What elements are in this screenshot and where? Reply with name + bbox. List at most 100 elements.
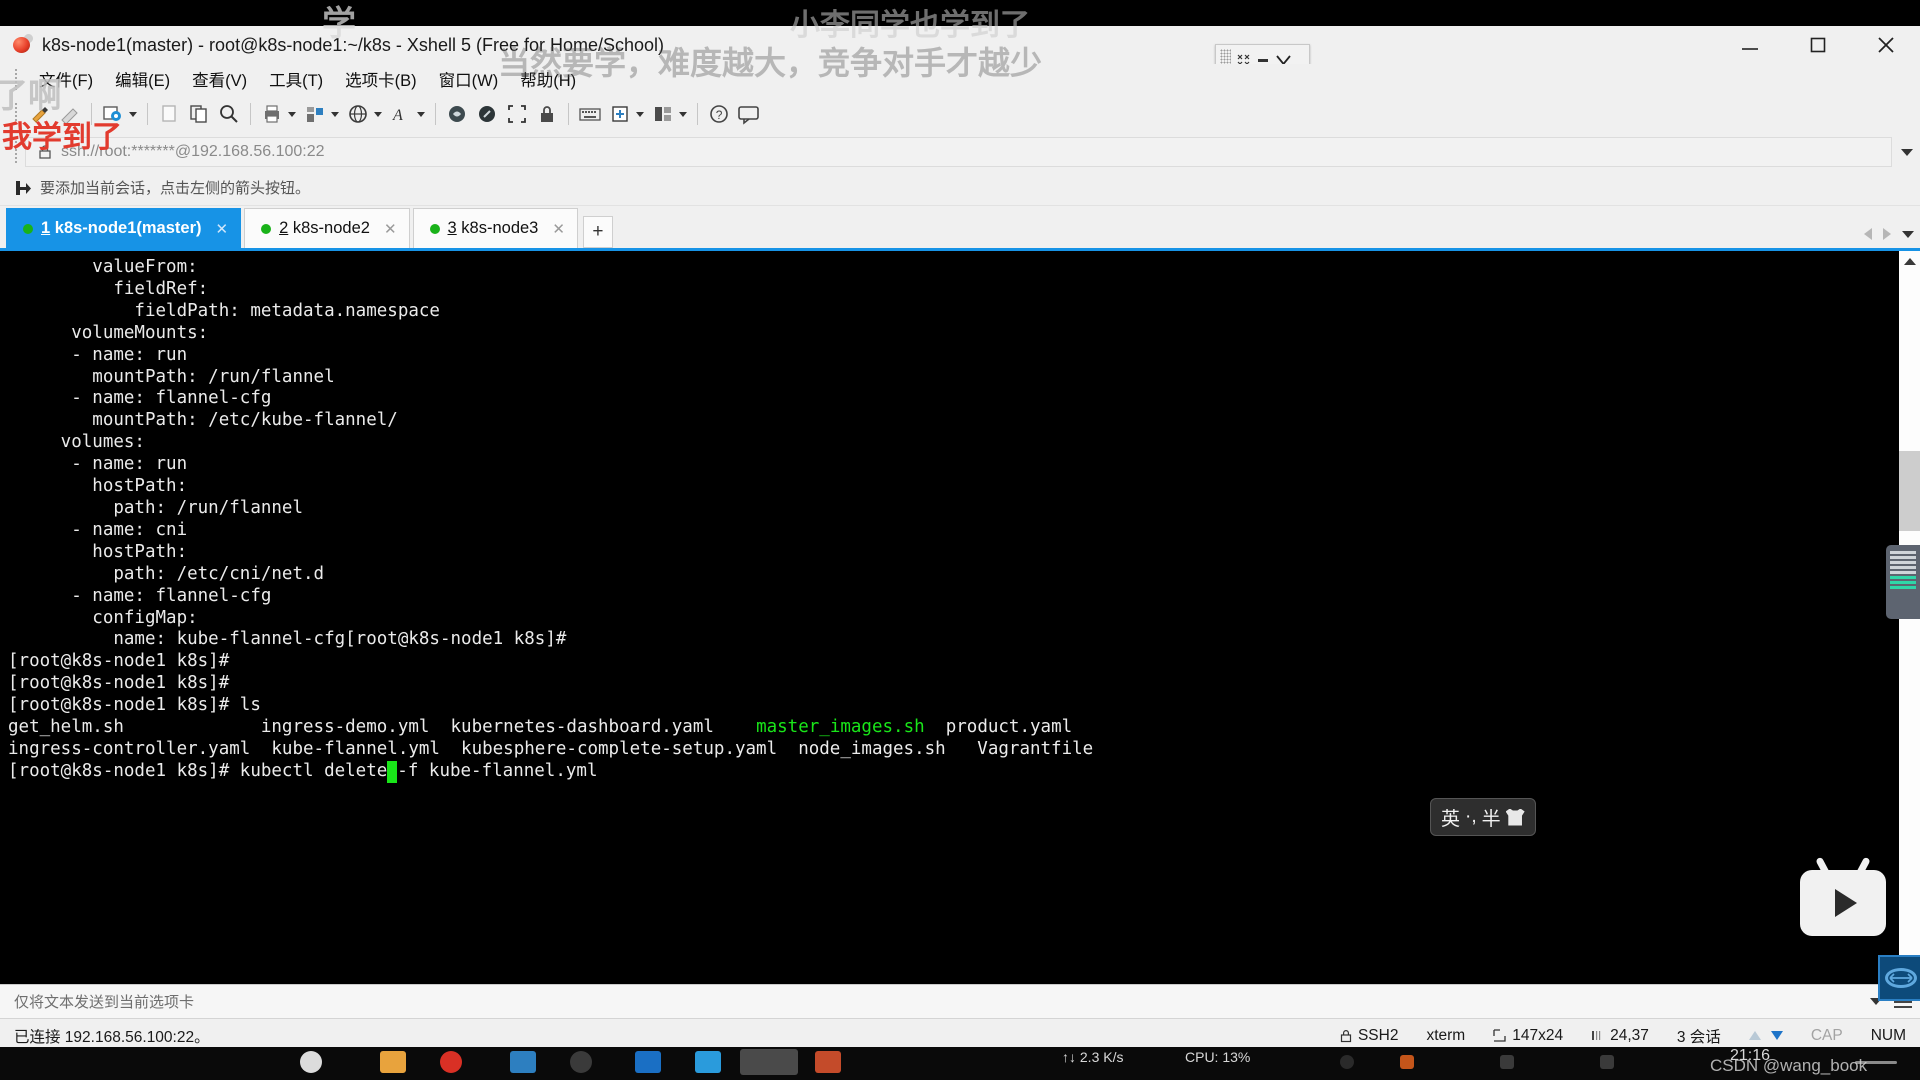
new-session-icon[interactable] <box>25 99 55 129</box>
status-num-lock: NUM <box>1870 1026 1906 1044</box>
open-session-icon[interactable] <box>55 99 85 129</box>
font-icon[interactable]: A <box>386 99 416 129</box>
chevron-up-icon <box>1903 257 1916 265</box>
help-icon[interactable]: ? <box>704 99 734 129</box>
tab-title: k8s-node2 <box>292 219 370 237</box>
close-icon[interactable]: ✕ <box>216 220 229 238</box>
menu-edit[interactable]: 编辑(E) <box>104 65 181 93</box>
taskbar-icon-5[interactable] <box>570 1051 592 1073</box>
shirt-icon[interactable] <box>1505 808 1525 826</box>
keyboard-icon[interactable] <box>575 99 605 129</box>
properties-dropdown-caret-icon[interactable] <box>129 111 137 117</box>
menu-tabs[interactable]: 选项卡(B) <box>334 65 428 93</box>
minimize-button[interactable] <box>1716 26 1784 64</box>
tab-k8s-node1[interactable]: 1 k8s-node1(master) ✕ <box>6 208 242 248</box>
add-panel-icon[interactable] <box>605 99 635 129</box>
fullscreen-icon[interactable] <box>502 99 532 129</box>
taskbar-tray-icon-1[interactable] <box>1340 1055 1354 1069</box>
scroll-up-button[interactable] <box>1899 251 1920 271</box>
arrow-left-icon[interactable] <box>1864 228 1872 240</box>
layout-dropdown-caret-icon[interactable] <box>679 111 687 117</box>
taskbar-network-speed: ↑↓ 2.3 K/s <box>1062 1049 1124 1065</box>
cursor-pos-icon <box>1592 1031 1601 1040</box>
transfer-dropdown-caret-icon[interactable] <box>331 111 339 117</box>
add-session-arrow-icon[interactable] <box>14 179 32 197</box>
transfer-files-icon[interactable] <box>300 99 330 129</box>
video-player-overlay[interactable] <box>1800 856 1886 936</box>
menu-view[interactable]: 查看(V) <box>181 65 258 93</box>
properties-gear-icon[interactable] <box>98 99 128 129</box>
menu-help[interactable]: 帮助(H) <box>509 65 587 93</box>
addressbar-grip-icon[interactable] <box>14 140 19 164</box>
taskbar-icon-7[interactable] <box>695 1051 721 1073</box>
font-dropdown-caret-icon[interactable] <box>417 111 425 117</box>
new-tab-button[interactable]: + <box>582 216 613 248</box>
status-protocol: SSH2 <box>1326 1027 1413 1045</box>
ime-indicator[interactable]: 英 ·, 半 <box>1430 798 1536 836</box>
globe-dropdown-caret-icon[interactable] <box>374 111 382 117</box>
resize-handle-widget[interactable] <box>1878 955 1920 1001</box>
toolbar-separator <box>435 103 436 125</box>
toolbar: A ? <box>0 94 1920 134</box>
terminal-prompt-line: [root@k8s-node1 k8s]# kubectl delete -f … <box>8 760 598 783</box>
taskbar-icon-active[interactable] <box>740 1049 798 1075</box>
arrow-down-icon <box>1770 1031 1783 1040</box>
size-label: 147x24 <box>1512 1026 1564 1044</box>
find-icon[interactable] <box>214 99 244 129</box>
menu-bar: 文件(F) 编辑(E) 查看(V) 工具(T) 选项卡(B) 窗口(W) 帮助(… <box>0 64 1920 94</box>
taskbar-icon-3[interactable] <box>440 1051 462 1073</box>
tab-number: 2 <box>279 219 289 237</box>
send-to-tabs-bar: 仅将文本发送到当前选项卡 <box>0 984 1920 1018</box>
tab-label: 2 k8s-node2 <box>279 219 370 238</box>
chat-icon[interactable] <box>734 99 764 129</box>
layout-icon[interactable] <box>648 99 678 129</box>
tab-k8s-node2[interactable]: 2 k8s-node2 ✕ <box>244 208 410 248</box>
protocol-label: SSH2 <box>1357 1026 1399 1044</box>
close-button[interactable] <box>1852 26 1920 64</box>
status-sessions: 3 会话 <box>1676 1028 1721 1046</box>
tab-k8s-node3[interactable]: 3 k8s-node3 ✕ <box>412 208 578 248</box>
lock-icon[interactable] <box>532 99 562 129</box>
tab-number: 3 <box>447 219 457 237</box>
menu-window[interactable]: 窗口(W) <box>428 65 510 93</box>
globe-icon[interactable] <box>343 99 373 129</box>
compose-icon[interactable] <box>472 99 502 129</box>
close-icon[interactable]: ✕ <box>384 220 397 238</box>
blank-page-icon[interactable] <box>154 99 184 129</box>
status-cursor-position: 24,37 <box>1577 1027 1663 1045</box>
copy-icon[interactable] <box>184 99 214 129</box>
tab-status-dot-icon <box>429 223 440 234</box>
taskbar-icon-folder[interactable] <box>380 1051 406 1073</box>
print-icon[interactable] <box>257 99 287 129</box>
taskbar: ↑↓ 2.3 K/s CPU: 13% 21:16 <box>0 1047 1920 1080</box>
menu-file[interactable]: 文件(F) <box>28 65 104 93</box>
taskbar-icon-4[interactable] <box>510 1051 536 1073</box>
taskbar-icon-1[interactable] <box>300 1051 322 1073</box>
address-dropdown-button[interactable] <box>1894 148 1920 156</box>
maximize-button[interactable] <box>1784 26 1852 64</box>
print-dropdown-caret-icon[interactable] <box>288 111 296 117</box>
taskbar-icon-9[interactable] <box>815 1051 841 1073</box>
menubar-grip-icon[interactable] <box>14 68 19 90</box>
terminal-output[interactable]: valueFrom: fieldRef: fieldPath: metadata… <box>0 251 1898 984</box>
chevron-down-icon[interactable] <box>1902 230 1914 238</box>
play-icon[interactable] <box>1835 889 1857 917</box>
taskbar-icon-6[interactable] <box>635 1051 661 1073</box>
session-hint-bar: 要添加当前会话，点击左侧的箭头按钮。 <box>0 170 1920 206</box>
send-mode-label[interactable]: 仅将文本发送到当前选项卡 <box>14 991 1870 1012</box>
address-input[interactable]: ssh://root:*******@192.168.56.100:22 <box>25 137 1892 167</box>
toolbar-grip-icon[interactable] <box>14 102 19 126</box>
taskbar-tray-icon-4[interactable] <box>1600 1055 1614 1069</box>
side-monitor-widget[interactable] <box>1886 545 1920 619</box>
taskbar-tray-icon-2[interactable] <box>1400 1055 1414 1069</box>
tab-title: k8s-node3 <box>461 219 539 237</box>
menu-tools[interactable]: 工具(T) <box>258 65 334 93</box>
arrow-right-icon[interactable] <box>1883 228 1891 240</box>
add-panel-dropdown-caret-icon[interactable] <box>636 111 644 117</box>
scrollbar-thumb[interactable] <box>1899 451 1920 531</box>
status-size: 147x24 <box>1479 1027 1577 1045</box>
toolbar-separator <box>250 103 251 125</box>
close-icon[interactable]: ✕ <box>552 220 565 238</box>
taskbar-tray-icon-3[interactable] <box>1500 1055 1514 1069</box>
log-icon[interactable] <box>442 99 472 129</box>
